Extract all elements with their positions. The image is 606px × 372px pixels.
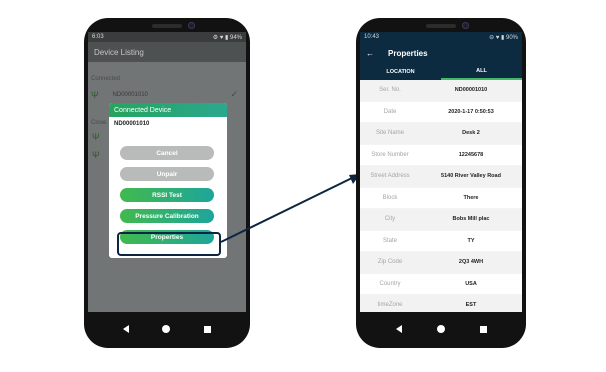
tab-bar: LOCATION ALL [360,64,522,80]
property-row: Ser. No. ND00001010 [360,80,522,102]
properties-list: Ser. No. ND00001010 Date 2020-1-17 0:50:53 S… [360,80,522,312]
property-value: 2020-1-17 0:50:53 [448,108,494,115]
property-value: ND00001010 [454,87,488,94]
right-screen: 10:43 ⊖ ♥ ▮ 90% ← Properties LOCATION AL… [360,32,522,312]
back-icon[interactable] [395,325,402,333]
property-label: timeZone [377,302,403,309]
property-label: Zip Code [377,259,403,266]
property-label: City [384,216,396,223]
property-row: timeZone EST [360,295,522,312]
property-label: State [382,237,397,244]
property-row: Block There [360,188,522,209]
tab-location[interactable]: LOCATION [360,64,441,80]
properties-header: ← Properties [360,42,522,64]
property-label: Country [379,280,401,287]
property-label: Date [383,108,397,115]
speaker [426,24,456,28]
property-row: Store Number 12245678 [360,145,522,166]
status-icons: ⊖ ♥ ▮ 90% [489,34,518,41]
page-title: Properties [388,48,428,58]
property-value: Bobs Mill plac [452,216,490,223]
nav-bar [360,316,522,342]
property-row: Street Address 5140 River Valley Road [360,166,522,188]
property-label: Store Number [371,151,409,158]
property-value: TY [467,237,475,244]
back-arrow-icon[interactable]: ← [366,49,374,58]
property-row: Date 2020-1-17 0:50:53 [360,102,522,123]
property-value: 12245678 [458,151,484,158]
property-row: Country USA [360,274,522,295]
property-row: City Bobs Mill plac [360,209,522,231]
status-bar: 10:43 ⊖ ♥ ▮ 90% [360,32,522,42]
home-icon[interactable] [436,325,445,333]
property-value: Desk 2 [462,130,480,137]
property-label: Site Name [375,130,404,137]
property-label: Block [382,194,398,201]
recent-apps-icon[interactable] [479,325,487,333]
property-value: 2Q3 4WH [458,259,484,266]
property-row: State TY [360,231,522,252]
right-phone: 10:43 ⊖ ♥ ▮ 90% ← Properties LOCATION AL… [356,18,526,348]
camera-icon [462,22,469,29]
property-row: Zip Code 2Q3 4WH [360,252,522,274]
property-value: USA [465,280,477,287]
property-row: Site Name Desk 2 [360,123,522,145]
property-value: EST [465,302,477,309]
property-value: 5140 River Valley Road [441,173,501,180]
tab-all[interactable]: ALL [441,64,522,80]
property-value: There [463,194,479,201]
property-label: Ser. No. [379,87,401,94]
property-label: Street Address [370,173,410,180]
status-time: 10:43 [364,34,380,40]
